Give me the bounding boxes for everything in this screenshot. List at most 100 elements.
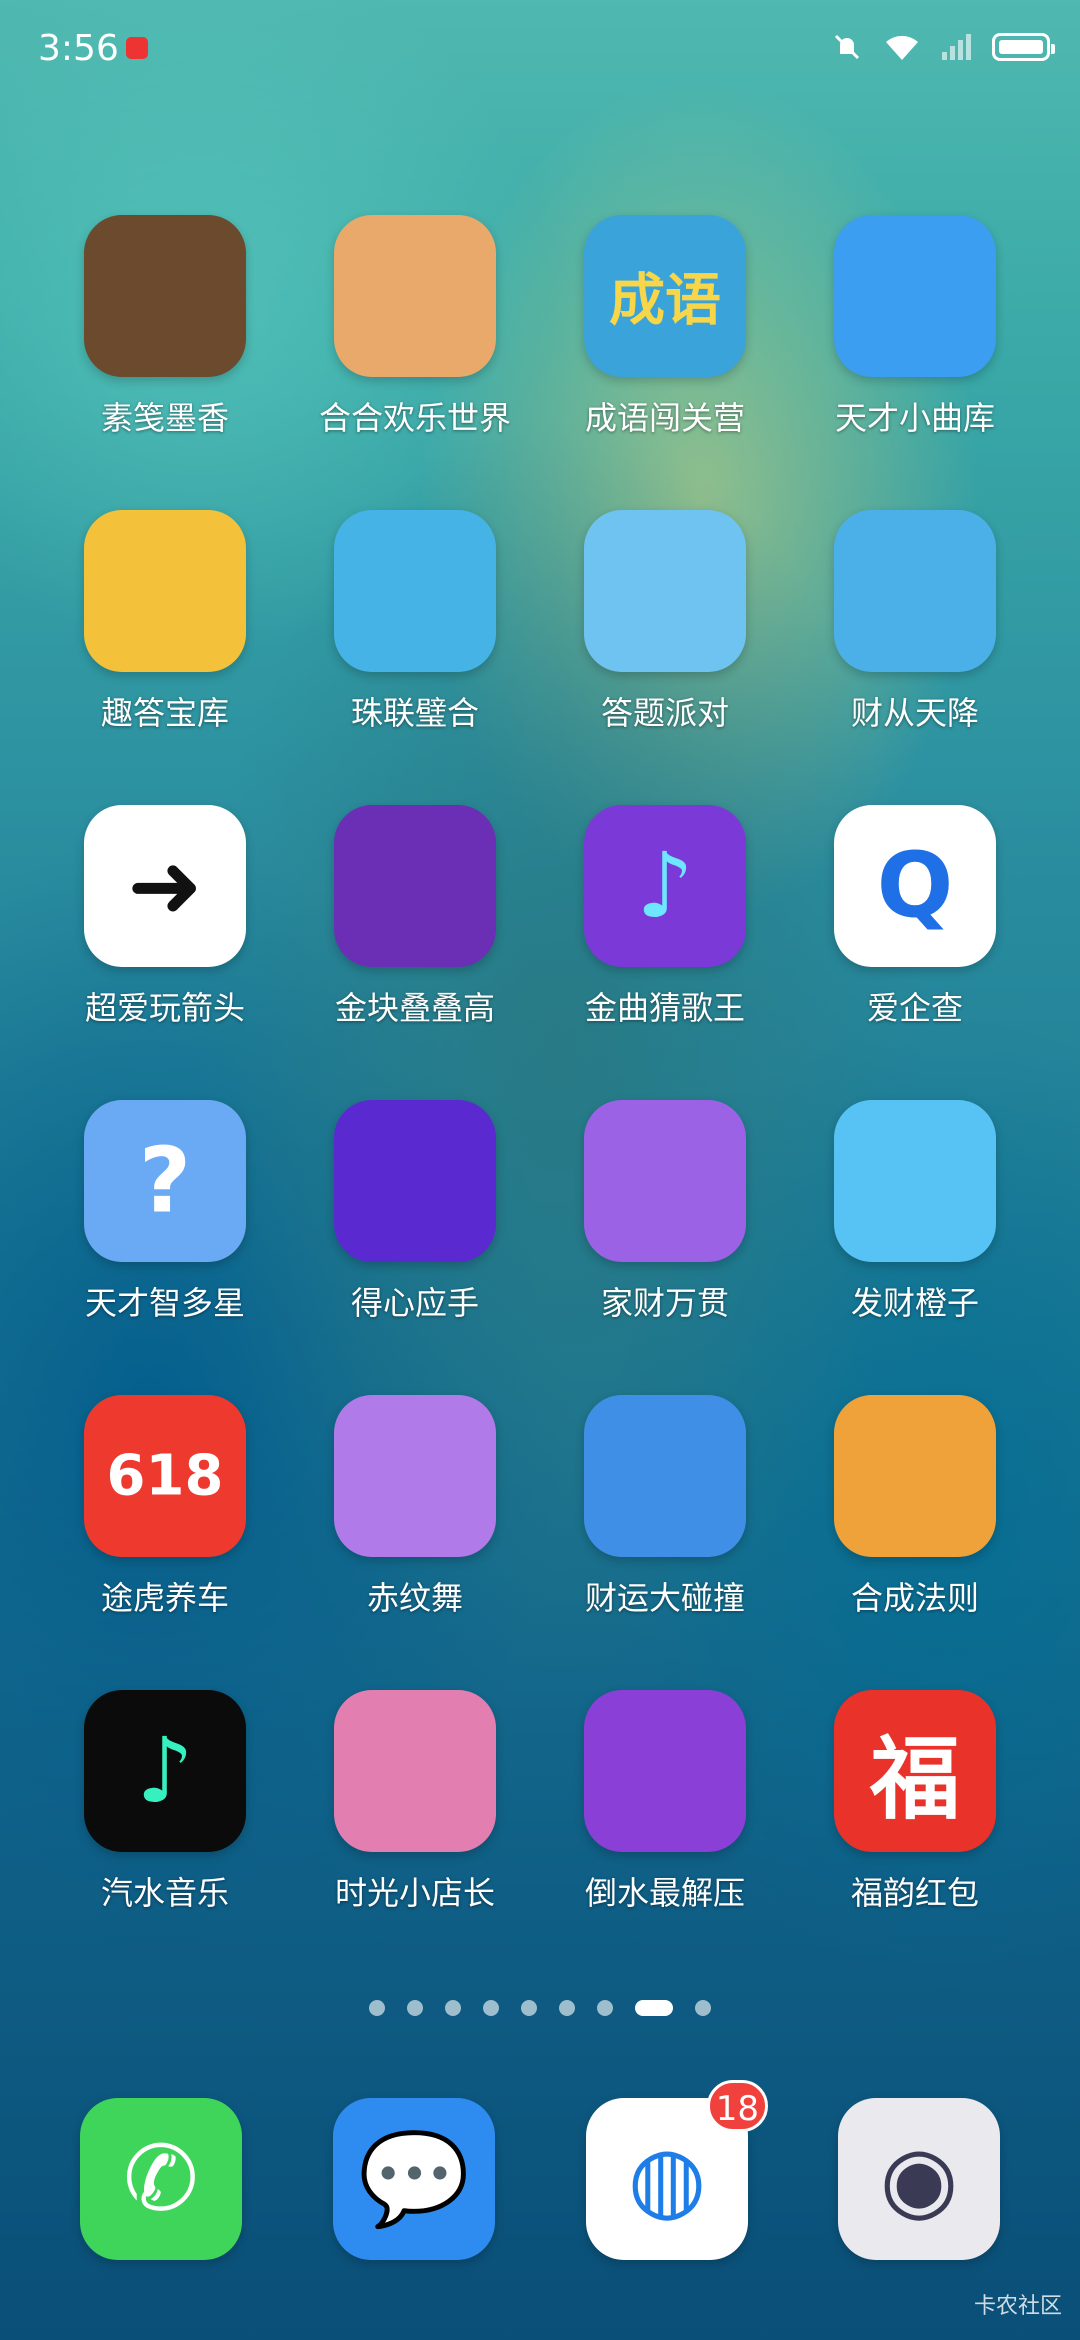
app-icon[interactable] bbox=[334, 1690, 496, 1852]
app-icon[interactable]: 福 bbox=[834, 1690, 996, 1852]
app-label: 素笺墨香 bbox=[100, 399, 229, 437]
app-21[interactable]: 时光小店长 bbox=[305, 1690, 525, 1914]
app-label: 福韵红包 bbox=[850, 1874, 979, 1912]
app-icon[interactable]: ➜ bbox=[84, 805, 246, 967]
app-icon[interactable]: ♪ bbox=[584, 805, 746, 967]
browser-icon: ◍ bbox=[627, 2126, 707, 2232]
app-glyph-icon: ? bbox=[138, 1128, 192, 1234]
mute-bell-icon bbox=[834, 34, 860, 60]
phone-icon: ✆ bbox=[123, 2126, 199, 2232]
app-icon[interactable]: 618 bbox=[84, 1395, 246, 1557]
app-label: 合合欢乐世界 bbox=[318, 399, 511, 437]
app-3[interactable]: 天才小曲库 bbox=[805, 215, 1025, 439]
app-icon[interactable] bbox=[834, 510, 996, 672]
page-dot[interactable] bbox=[407, 2000, 423, 2016]
app-glyph-icon: 成语 bbox=[609, 268, 721, 334]
app-icon[interactable] bbox=[334, 510, 496, 672]
app-label: 成语闯关营 bbox=[584, 399, 745, 437]
app-8[interactable]: ➜ 超爱玩箭头 bbox=[55, 805, 275, 1029]
app-6[interactable]: 答题派对 bbox=[555, 510, 775, 734]
app-1[interactable]: 合合欢乐世界 bbox=[305, 215, 525, 439]
app-label: 金曲猜歌王 bbox=[584, 989, 745, 1027]
app-icon[interactable] bbox=[334, 1100, 496, 1262]
app-23[interactable]: 福福韵红包 bbox=[805, 1690, 1025, 1914]
app-22[interactable]: 倒水最解压 bbox=[555, 1690, 775, 1914]
status-bar: 3:56 bbox=[0, 0, 1080, 100]
wifi-icon bbox=[886, 35, 918, 60]
dock-browser-button[interactable]: ◍ 18 bbox=[586, 2080, 768, 2260]
app-glyph-icon: 福 bbox=[870, 1727, 960, 1832]
page-dot[interactable] bbox=[559, 2000, 575, 2016]
page-dot[interactable] bbox=[483, 2000, 499, 2016]
app-icon[interactable] bbox=[84, 510, 246, 672]
page-dot[interactable] bbox=[695, 2000, 711, 2016]
app-9[interactable]: 金块叠叠高 bbox=[305, 805, 525, 1029]
app-label: 趣答宝库 bbox=[100, 694, 229, 732]
camera-icon: ◉ bbox=[879, 2126, 959, 2232]
app-icon[interactable]: ? bbox=[84, 1100, 246, 1262]
page-dot[interactable] bbox=[635, 2000, 673, 2016]
app-icon[interactable] bbox=[584, 1395, 746, 1557]
dock: ✆ 💬 ◍ 18 ◉ bbox=[0, 2080, 1080, 2268]
app-label: 得心应手 bbox=[350, 1284, 479, 1322]
app-17[interactable]: 赤纹舞 bbox=[305, 1395, 525, 1619]
app-16[interactable]: 618 途虎养车 bbox=[55, 1395, 275, 1619]
app-label: 答题派对 bbox=[600, 694, 729, 732]
app-icon[interactable] bbox=[334, 805, 496, 967]
app-icon[interactable] bbox=[334, 1395, 496, 1557]
app-glyph-icon: ➜ bbox=[127, 833, 203, 939]
app-0[interactable]: 素笺墨香 bbox=[55, 215, 275, 439]
notification-count-badge: 18 bbox=[706, 2080, 768, 2132]
page-dot[interactable] bbox=[369, 2000, 385, 2016]
app-18[interactable]: 财运大碰撞 bbox=[555, 1395, 775, 1619]
app-4[interactable]: 趣答宝库 bbox=[55, 510, 275, 734]
app-label: 汽水音乐 bbox=[100, 1874, 229, 1912]
app-icon[interactable] bbox=[834, 1395, 996, 1557]
app-11[interactable]: Q 爱企查 bbox=[805, 805, 1025, 1029]
app-20[interactable]: ♪ 汽水音乐 bbox=[55, 1690, 275, 1914]
app-5[interactable]: 珠联璧合 bbox=[305, 510, 525, 734]
app-icon[interactable] bbox=[584, 1100, 746, 1262]
app-icon[interactable] bbox=[334, 215, 496, 377]
app-12[interactable]: ? 天才智多星 bbox=[55, 1100, 275, 1324]
app-label: 时光小店长 bbox=[334, 1874, 495, 1912]
app-glyph-icon: Q bbox=[876, 833, 954, 939]
app-icon[interactable]: 成语 bbox=[584, 215, 746, 377]
app-label: 途虎养车 bbox=[100, 1579, 229, 1617]
app-15[interactable]: 发财橙子 bbox=[805, 1100, 1025, 1324]
page-dot[interactable] bbox=[521, 2000, 537, 2016]
app-13[interactable]: 得心应手 bbox=[305, 1100, 525, 1324]
app-2[interactable]: 成语 成语闯关营 bbox=[555, 215, 775, 439]
dock-messages-button[interactable]: 💬 bbox=[333, 2098, 495, 2260]
page-indicator[interactable] bbox=[0, 2000, 1080, 2016]
app-label: 家财万贯 bbox=[600, 1284, 729, 1322]
dock-camera-button[interactable]: ◉ bbox=[838, 2098, 1000, 2260]
app-19[interactable]: 合成法则 bbox=[805, 1395, 1025, 1619]
app-7[interactable]: 财从天降 bbox=[805, 510, 1025, 734]
app-label: 倒水最解压 bbox=[584, 1874, 745, 1912]
app-glyph-icon: 618 bbox=[106, 1443, 224, 1509]
app-icon[interactable] bbox=[584, 1690, 746, 1852]
status-icons bbox=[830, 30, 1055, 64]
app-icon[interactable]: Q bbox=[834, 805, 996, 967]
app-icon[interactable]: ♪ bbox=[84, 1690, 246, 1852]
page-dot[interactable] bbox=[597, 2000, 613, 2016]
app-label: 财运大碰撞 bbox=[584, 1579, 745, 1617]
dock-phone-button[interactable]: ✆ bbox=[80, 2098, 242, 2260]
app-icon[interactable] bbox=[834, 215, 996, 377]
app-label: 超爱玩箭头 bbox=[84, 989, 245, 1027]
app-label: 发财橙子 bbox=[850, 1284, 979, 1322]
app-icon[interactable] bbox=[84, 215, 246, 377]
app-label: 财从天降 bbox=[850, 694, 979, 732]
app-14[interactable]: 家财万贯 bbox=[555, 1100, 775, 1324]
app-icon[interactable] bbox=[584, 510, 746, 672]
app-label: 天才智多星 bbox=[84, 1284, 245, 1322]
signal-icon bbox=[942, 34, 971, 60]
app-label: 天才小曲库 bbox=[834, 399, 995, 437]
battery-icon bbox=[992, 33, 1055, 61]
notification-icon bbox=[126, 37, 148, 59]
page-dot[interactable] bbox=[445, 2000, 461, 2016]
app-label: 爱企查 bbox=[866, 989, 963, 1027]
app-10[interactable]: ♪ 金曲猜歌王 bbox=[555, 805, 775, 1029]
app-icon[interactable] bbox=[834, 1100, 996, 1262]
